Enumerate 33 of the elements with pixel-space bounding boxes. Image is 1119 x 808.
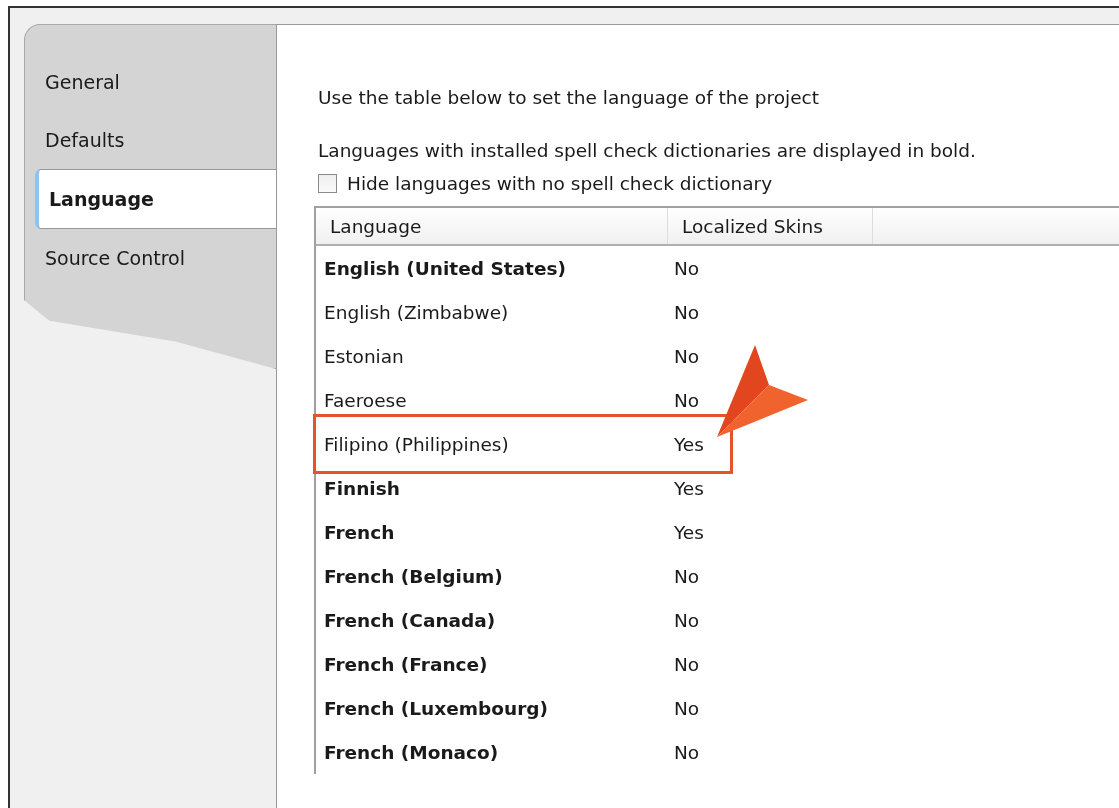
tab[interactable]: Defaults (25, 111, 276, 169)
tab[interactable]: General (25, 53, 276, 111)
checkbox-label[interactable]: Hide languages with no spell check dictionary (347, 173, 773, 194)
column-header[interactable]: Localized Skins (668, 208, 873, 244)
intro-text: Use the table below to set the language of the project (318, 87, 821, 108)
localized-skins-cell-text: No (674, 301, 701, 323)
language-cell[interactable]: English (United States) (316, 257, 668, 279)
localized-skins-cell-text: No (674, 697, 701, 719)
language-cell[interactable]: Filipino (Philippines) (316, 433, 668, 455)
localized-skins-cell-text: No (674, 653, 701, 675)
localized-skins-cell-text: Yes (674, 521, 705, 543)
language-cell[interactable]: Finnish (316, 477, 668, 499)
localized-skins-cell-text: Yes (674, 477, 705, 499)
language-cell[interactable]: French (316, 521, 668, 543)
language-cell[interactable]: English (Zimbabwe) (316, 301, 668, 323)
localized-skins-cell-text: Yes (674, 433, 705, 455)
language-cell[interactable]: French (Luxembourg) (316, 697, 668, 719)
language-cell[interactable]: Faeroese (316, 389, 668, 411)
column-header[interactable]: Language (316, 208, 668, 244)
note-text: Languages with installed spell check dictionaries are displayed in bold. (318, 140, 977, 161)
language-cell[interactable]: French (Belgium) (316, 565, 668, 587)
tab[interactable]: Language (35, 169, 276, 229)
localized-skins-cell-text: No (674, 741, 701, 763)
localized-skins-cell-text: No (674, 389, 701, 411)
tab[interactable]: Source Control (25, 229, 276, 287)
localized-skins-cell-text: No (674, 609, 701, 631)
localized-skins-cell-text: No (674, 345, 701, 367)
language-cell[interactable]: French (Monaco) (316, 741, 668, 763)
language-cell[interactable]: Estonian (316, 345, 668, 367)
localized-skins-cell-text: No (674, 257, 701, 279)
language-cell[interactable]: French (France) (316, 653, 668, 675)
localized-skins-cell-text: No (674, 565, 701, 587)
language-cell[interactable]: French (Canada) (316, 609, 668, 631)
